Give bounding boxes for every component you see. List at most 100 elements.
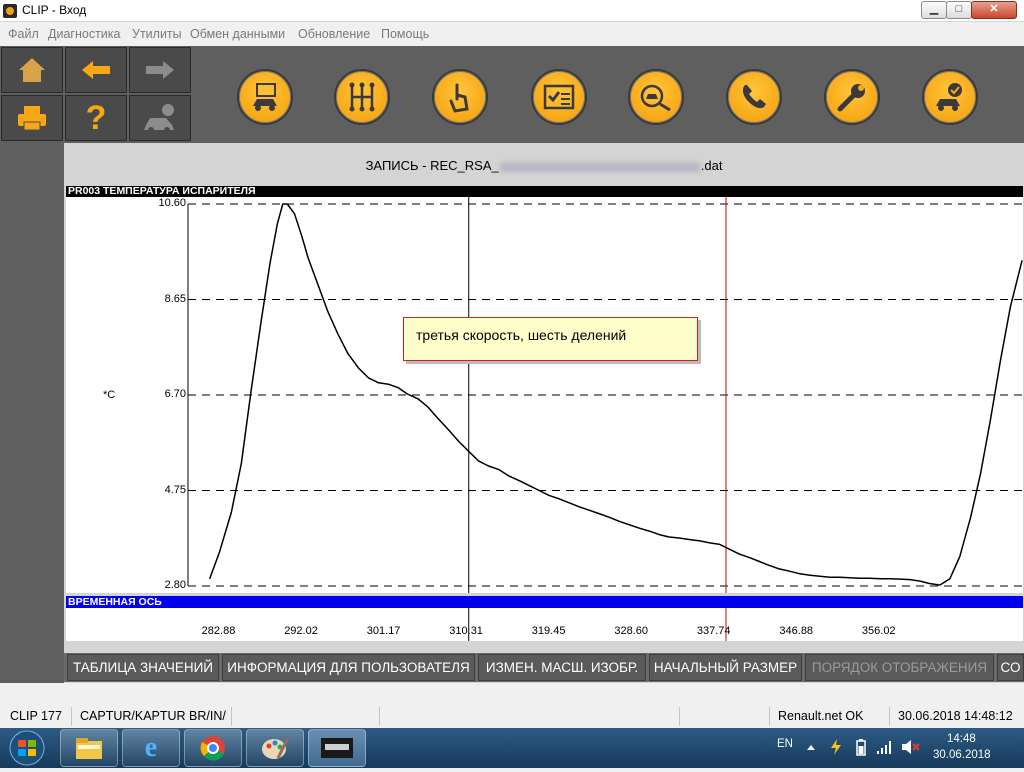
forward-arrow-icon: [146, 61, 174, 79]
paint-icon: [262, 737, 290, 759]
maximize-button[interactable]: □: [946, 1, 972, 19]
x-tick-label: 292.02: [284, 625, 318, 637]
forward-button[interactable]: [129, 47, 191, 93]
y-tick-label: 8.65: [164, 292, 186, 305]
x-tick-label: 301.17: [366, 625, 401, 637]
help-button[interactable]: ?: [65, 95, 127, 141]
plot-area[interactable]: [66, 197, 1023, 593]
touch-test-icon: [449, 83, 469, 113]
taskbar-paint[interactable]: [246, 729, 304, 767]
power-icon[interactable]: [828, 738, 844, 756]
checklist-icon: [543, 84, 575, 110]
home-button[interactable]: [1, 47, 63, 93]
printer-icon: [18, 106, 46, 131]
taskbar-explorer[interactable]: [60, 729, 118, 767]
signal-icon[interactable]: [876, 739, 894, 755]
back-button[interactable]: [65, 47, 127, 93]
taskbar-chrome[interactable]: [184, 729, 242, 767]
menu-utilities[interactable]: Утилиты: [132, 27, 182, 41]
battery-icon[interactable]: [856, 738, 866, 756]
menu-data-exchange[interactable]: Обмен данными: [190, 27, 285, 41]
vehicle-ok-icon: [936, 83, 962, 111]
status-vehicle: CAPTUR/KAPTUR BR/IN/: [72, 707, 232, 726]
volume-muted-icon[interactable]: [900, 739, 920, 755]
x-tick-label: 282.88: [201, 625, 236, 637]
recording-prefix: ЗАПИСЬ - REC_RSA_: [365, 158, 499, 173]
x-tick-label: 328.60: [614, 625, 649, 637]
minimize-button[interactable]: ▁: [921, 1, 947, 19]
status-bar: CLIP 177 CAPTUR/KAPTUR BR/IN/ Renault.ne…: [0, 704, 1024, 728]
redacted-filename: [499, 161, 700, 172]
help-icon: ?: [85, 98, 107, 137]
toolbar: ?: [0, 46, 1024, 143]
taskbar-internet-explorer[interactable]: e: [122, 729, 180, 767]
taskbar-clip[interactable]: [308, 729, 366, 767]
y-tick-label: 2.80: [164, 579, 186, 591]
y-tick-label: 10.60: [158, 197, 186, 209]
vehicle-scan-button[interactable]: [628, 69, 684, 125]
phone-support-icon: [742, 85, 766, 109]
back-arrow-icon: [82, 61, 110, 79]
status-empty-1: [232, 707, 380, 726]
phone-support-button[interactable]: [726, 69, 782, 125]
tray-expand-icon[interactable]: [806, 743, 816, 751]
status-version: CLIP 177: [2, 707, 72, 726]
chrome-icon: [200, 736, 225, 761]
x-tick-label: 356.02: [861, 625, 896, 637]
display-order-button[interactable]: ПОРЯДОК ОТОБРАЖЕНИЯ: [805, 654, 994, 681]
checklist-button[interactable]: [531, 69, 587, 125]
taskbar: e EN 14:48 30.06.2018: [0, 728, 1024, 768]
y-axis-unit: *C: [103, 389, 116, 401]
language-indicator[interactable]: EN: [777, 738, 793, 750]
change-scale-button[interactable]: ИЗМЕН. МАСШ. ИЗОБР.: [478, 654, 646, 681]
window-title: CLIP - Вход: [22, 3, 87, 17]
vehicle-identification-button[interactable]: [237, 69, 293, 125]
touch-test-button[interactable]: [432, 69, 488, 125]
menu-bar: Файл Диагностика Утилиты Обмен данными О…: [0, 22, 1024, 46]
internet-explorer-icon: e: [144, 732, 158, 763]
windows-start-icon: [9, 730, 45, 766]
values-table-button[interactable]: ТАБЛИЦА ЗНАЧЕНИЙ: [67, 654, 219, 681]
time-axis-header: ВРЕМЕННАЯ ОСЬ: [66, 596, 1023, 608]
close-button[interactable]: ✕: [971, 1, 1017, 19]
recording-title: ЗАПИСЬ - REC_RSA_ .dat: [64, 158, 1024, 173]
menu-file[interactable]: Файл: [8, 27, 39, 41]
title-bar: CLIP - Вход ▁ □ ✕: [0, 0, 1024, 22]
status-network: Renault.net OK: [770, 707, 890, 726]
annotation-note[interactable]: третья скорость, шесть делений: [403, 317, 698, 361]
vehicle-scan-icon: [640, 84, 671, 111]
clip-app-icon: [321, 738, 353, 758]
status-empty-2: [380, 707, 680, 726]
clock-time[interactable]: 14:48: [947, 733, 976, 745]
print-button[interactable]: [1, 95, 63, 141]
time-axis: 282.88 292.02 301.17 310.31 319.45 328.60 337.…: [66, 608, 1023, 641]
vehicle-info-icon: [144, 104, 174, 133]
initial-size-button[interactable]: НАЧАЛЬНЫЙ РАЗМЕР: [649, 654, 802, 681]
gearbox-icon: [349, 82, 375, 112]
temperature-chart: [187, 197, 1023, 593]
vehicle-ok-button[interactable]: [922, 69, 978, 125]
left-panel: [0, 143, 64, 683]
gearbox-button[interactable]: [334, 69, 390, 125]
menu-help[interactable]: Помощь: [381, 27, 429, 41]
recording-suffix: .dat: [700, 158, 723, 173]
x-tick-label: 337.74: [696, 625, 731, 637]
x-tick-label: 346.88: [779, 625, 814, 637]
plot-header: PR003 ТЕМПЕРАТУРА ИСПАРИТЕЛЯ: [66, 186, 1023, 197]
y-tick-label: 4.75: [164, 483, 186, 496]
user-info-button[interactable]: ИНФОРМАЦИЯ ДЛЯ ПОЛЬЗОВАТЕЛЯ: [222, 654, 475, 681]
wrench-button[interactable]: [824, 69, 880, 125]
home-icon: [19, 58, 45, 82]
start-button[interactable]: [4, 729, 50, 767]
bottom-button-bar: ТАБЛИЦА ЗНАЧЕНИЙ ИНФОРМАЦИЯ ДЛЯ ПОЛЬЗОВА…: [64, 653, 1024, 682]
vehicle-info-button[interactable]: [129, 95, 191, 141]
x-tick-label: 319.45: [531, 625, 566, 637]
explorer-icon: [76, 738, 102, 759]
menu-update[interactable]: Обновление: [298, 27, 370, 41]
more-button[interactable]: СО: [997, 654, 1024, 681]
x-tick-label: 310.31: [449, 625, 483, 637]
vehicle-identification-icon: [253, 83, 277, 111]
menu-diagnostics[interactable]: Диагностика: [48, 27, 120, 41]
status-empty-3: [680, 707, 770, 726]
clock-date[interactable]: 30.06.2018: [933, 749, 991, 761]
